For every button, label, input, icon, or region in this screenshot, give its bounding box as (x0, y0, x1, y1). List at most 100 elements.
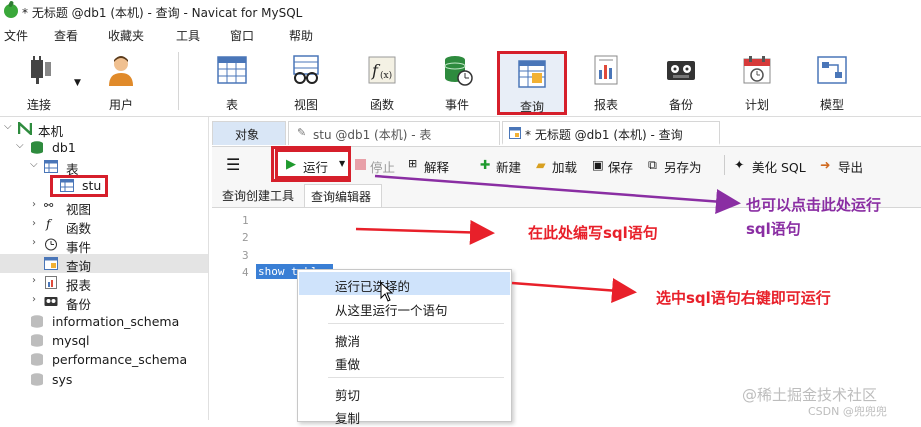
new-button[interactable]: 新建 (496, 157, 521, 176)
report-button[interactable]: 报表 (577, 48, 635, 114)
tab-objects[interactable]: 对象 (212, 121, 286, 145)
tree-item-information-schema[interactable]: information_schema (0, 312, 208, 331)
menu-copy[interactable]: 复制 (299, 404, 510, 427)
chevron-right-icon[interactable]: › (32, 294, 36, 305)
schedule-button[interactable]: 计划 (728, 48, 786, 114)
line-number: 1 (242, 214, 249, 227)
save-as-icon: ⧉ (648, 157, 657, 172)
user-button[interactable]: 用户 (92, 48, 150, 114)
title-bar: * 无标题 @db1 (本机) - 查询 - Navicat for MySQL (0, 0, 921, 25)
menu-file[interactable]: 文件 (4, 27, 28, 44)
function-button[interactable]: f (x) 函数 (353, 48, 411, 114)
model-button[interactable]: 模型 (803, 48, 861, 114)
database-icon (31, 353, 43, 366)
function-icon: f (46, 217, 51, 231)
user-icon (109, 56, 133, 86)
document-tabs: 对象 ✎ stu @db1 (本机) - 表 * 无标题 @db1 (本机) -… (212, 119, 921, 147)
chevron-right-icon[interactable]: › (32, 199, 36, 210)
connect-button[interactable]: 连接 ▼ (10, 48, 81, 114)
chevron-down-icon[interactable]: ▼ (74, 78, 81, 88)
function-label: 函数 (369, 98, 394, 112)
chevron-right-icon[interactable]: › (32, 237, 36, 248)
chevron-down-icon[interactable]: ⌵ (4, 121, 12, 132)
tree-item-sys[interactable]: sys (0, 370, 208, 389)
tree-item-performance-schema[interactable]: performance_schema (0, 350, 208, 369)
tree-item-queries[interactable]: 查询 (0, 254, 208, 274)
tree-item-events[interactable]: › 事件 (0, 235, 208, 255)
line-number: 2 (242, 231, 249, 244)
view-label: 视图 (293, 98, 318, 112)
tree-item-reports[interactable]: › 报表 (0, 273, 208, 293)
menu-cut[interactable]: 剪切 (299, 381, 510, 404)
event-label: 事件 (444, 98, 469, 112)
tab-query-builder[interactable]: 查询创建工具 (218, 184, 302, 207)
menu-run-from-here[interactable]: 从这里运行一个语句 (299, 296, 510, 319)
export-icon: ➜ (820, 157, 831, 172)
tab-query-editor[interactable]: 查询编辑器 (304, 184, 382, 207)
connection-icon (18, 122, 32, 135)
menu-run-selected[interactable]: 运行已选择的 (299, 272, 510, 295)
load-button[interactable]: 加载 (552, 157, 577, 176)
menu-tools[interactable]: 工具 (176, 27, 200, 44)
chevron-down-icon[interactable]: ⌵ (16, 140, 24, 151)
tree-item-functions[interactable]: › f 函数 (0, 216, 208, 236)
watermark-line1: @稀土掘金技术社区 (742, 386, 878, 404)
stop-icon (355, 159, 366, 170)
report-icon (594, 55, 618, 85)
menu-undo[interactable]: 撤消 (299, 327, 510, 350)
function-icon: f (x) (368, 56, 396, 84)
event-icon (444, 56, 473, 86)
context-menu: 运行已选择的 从这里运行一个语句 撤消 重做 剪切 复制 (297, 269, 512, 426)
tree-item-tables[interactable]: ⌵ 表 (0, 157, 208, 177)
backup-icon (44, 297, 58, 306)
chevron-right-icon[interactable]: › (32, 218, 36, 229)
backup-button[interactable]: 备份 (652, 48, 710, 114)
toolbar-divider (178, 52, 179, 110)
schedule-label: 计划 (744, 98, 769, 112)
tab-untitled-query[interactable]: * 无标题 @db1 (本机) - 查询 (502, 121, 720, 145)
tree-item-mysql[interactable]: mysql (0, 331, 208, 350)
stop-button[interactable]: 停止 (370, 157, 395, 176)
table-icon (44, 160, 58, 173)
run-annotation-line1: 也可以点击此处运行 (746, 196, 882, 214)
event-button[interactable]: 事件 (428, 48, 486, 114)
menu-view[interactable]: 查看 (54, 27, 78, 44)
glasses-icon: ⚯ (44, 199, 54, 212)
backup-label: 备份 (668, 98, 693, 112)
menu-help[interactable]: 帮助 (289, 27, 313, 44)
tree-item-db1[interactable]: ⌵ db1 (0, 138, 208, 157)
menu-window[interactable]: 窗口 (230, 27, 254, 44)
menu-favorites[interactable]: 收藏夹 (108, 27, 144, 44)
chevron-right-icon[interactable]: › (32, 275, 36, 286)
tab-stu-table[interactable]: ✎ stu @db1 (本机) - 表 (288, 121, 500, 145)
mouse-cursor-icon (380, 282, 394, 302)
model-label: 模型 (819, 98, 844, 112)
export-button[interactable]: 导出 (838, 157, 863, 176)
model-icon (817, 56, 847, 84)
tree-item-localhost[interactable]: ⌵ 本机 (0, 119, 208, 139)
navicat-logo-icon (4, 4, 18, 18)
glasses-icon (293, 55, 319, 84)
table-edit-icon: ✎ (297, 126, 307, 139)
hamburger-menu-icon[interactable]: ☰ (226, 155, 240, 174)
table-button[interactable]: 表 (203, 48, 261, 114)
toolbar-divider (724, 155, 725, 175)
query-button[interactable]: 查询 (497, 51, 567, 115)
view-button[interactable]: 视图 (277, 48, 335, 114)
save-button[interactable]: 保存 (608, 157, 633, 176)
beautify-sql-button[interactable]: 美化 SQL (752, 157, 806, 176)
tree-item-views[interactable]: › ⚯ 视图 (0, 197, 208, 217)
chevron-down-icon[interactable]: ⌵ (30, 159, 38, 170)
menu-redo[interactable]: 重做 (299, 350, 510, 373)
line-number: 3 (242, 249, 249, 262)
query-icon (44, 257, 58, 270)
report-icon (45, 276, 57, 289)
tree-item-backups[interactable]: › 备份 (0, 292, 208, 312)
explain-button[interactable]: 解释 (424, 157, 449, 176)
query-label: 查询 (519, 100, 544, 114)
table-label: 表 (225, 98, 238, 112)
save-as-button[interactable]: 另存为 (664, 157, 702, 176)
tree-item-stu[interactable]: stu (0, 176, 208, 195)
table-icon (60, 179, 74, 192)
query-icon (518, 60, 546, 88)
